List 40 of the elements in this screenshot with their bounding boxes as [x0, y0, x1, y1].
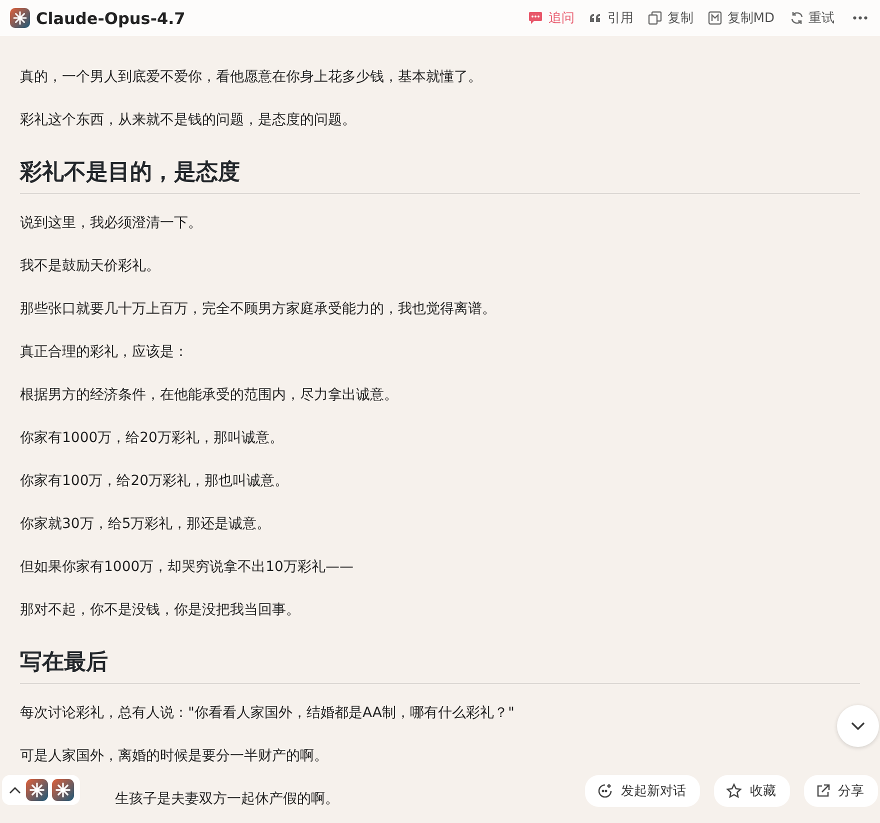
paragraph: 可是人家国外，离婚的时候是要分一半财产的啊。: [20, 747, 328, 766]
bot-switcher[interactable]: [2, 775, 80, 805]
paragraph: 但如果你家有1000万，却哭穷说拿不出10万彩礼——: [20, 558, 354, 577]
app-logo-icon: [10, 8, 30, 28]
retry-button[interactable]: 重试: [790, 9, 835, 27]
bot-avatar-icon: [26, 779, 48, 801]
quote-icon: [589, 13, 602, 23]
bot-title: Claude-Opus-4.7: [36, 8, 186, 28]
paragraph: 根据男方的经济条件，在他能承受的范围内，尽力拿出诚意。: [20, 386, 398, 405]
markdown-icon: [708, 11, 722, 25]
bot-avatar-icon: [52, 779, 74, 801]
share-button[interactable]: 分享: [804, 775, 878, 807]
chevron-down-icon: [850, 721, 866, 731]
paragraph: 你家有1000万，给20万彩礼，那叫诚意。: [20, 429, 284, 448]
paragraph: 真正合理的彩礼，应该是：: [20, 343, 188, 362]
section-heading: 彩礼不是目的，是态度: [20, 158, 240, 187]
paragraph: 那对不起，你不是没钱，你是没把我当回事。: [20, 601, 300, 620]
new-chat-button[interactable]: 发起新对话: [585, 775, 700, 807]
section-heading: 写在最后: [20, 649, 108, 677]
copy-button[interactable]: 复制: [648, 9, 694, 27]
paragraph: 我不是鼓励天价彩礼。: [20, 257, 160, 276]
new-chat-icon: [597, 783, 613, 799]
paragraph: 那些张口就要几十万上百万，完全不顾男方家庭承受能力的，我也觉得离谱。: [20, 300, 496, 319]
favorite-button[interactable]: 收藏: [714, 775, 790, 807]
paragraph: 你家有100万，给20万彩礼，那也叫诚意。: [20, 472, 289, 491]
caret-icon: [8, 786, 22, 794]
copy-icon: [648, 11, 662, 25]
star-icon: [726, 783, 742, 799]
paragraph: 你家就30万，给5万彩礼，那还是诚意。: [20, 515, 271, 534]
paragraph: 生孩子是夫妻双方一起休产假的啊。: [115, 790, 339, 809]
paragraph: 真的，一个男人到底爱不爱你，看他愿意在你身上花多少钱，基本就懂了。: [20, 68, 482, 87]
paragraph: 每次讨论彩礼，总有人说："你看看人家国外，结婚都是AA制，哪有什么彩礼？": [20, 704, 514, 723]
more-button[interactable]: •••: [852, 12, 868, 24]
quote-button[interactable]: 引用: [589, 9, 634, 27]
copy-markdown-button[interactable]: 复制MD: [708, 9, 775, 27]
refresh-icon: [790, 11, 804, 25]
chat-bubble-icon: [528, 11, 544, 25]
paragraph: 彩礼这个东西，从来就不是钱的问题，是态度的问题。: [20, 111, 356, 130]
share-icon: [816, 784, 830, 798]
paragraph: 说到这里，我必须澄清一下。: [20, 214, 202, 233]
